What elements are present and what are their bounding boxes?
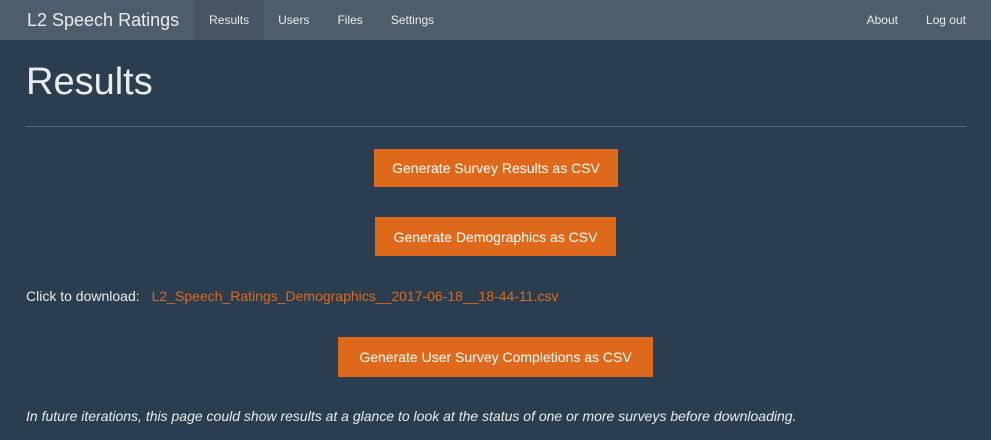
footnote-text: In future iterations, this page could sh… — [26, 408, 797, 424]
generate-user-completions-button[interactable]: Generate User Survey Completions as CSV — [338, 337, 653, 377]
nav-right: About Log out — [853, 0, 991, 40]
nav-item-settings[interactable]: Settings — [377, 0, 448, 40]
generate-demographics-button[interactable]: Generate Demographics as CSV — [375, 217, 616, 256]
nav-item-files[interactable]: Files — [323, 0, 376, 40]
download-row: Click to download: L2_Speech_Ratings_Demo… — [26, 288, 558, 304]
download-label: Click to download: — [26, 288, 140, 304]
nav-item-logout[interactable]: Log out — [912, 0, 980, 40]
download-file-link[interactable]: L2_Speech_Ratings_Demographics__2017-06-… — [152, 288, 559, 304]
title-divider — [26, 126, 966, 127]
page-title: Results — [26, 61, 153, 103]
top-navbar: L2 Speech Ratings Results Users Files Se… — [0, 0, 991, 40]
generate-survey-results-button[interactable]: Generate Survey Results as CSV — [374, 149, 618, 187]
nav-left: Results Users Files Settings — [194, 0, 448, 40]
nav-item-results[interactable]: Results — [194, 0, 265, 40]
brand-link[interactable]: L2 Speech Ratings — [0, 0, 194, 40]
nav-item-about[interactable]: About — [853, 0, 912, 40]
nav-item-users[interactable]: Users — [264, 0, 323, 40]
